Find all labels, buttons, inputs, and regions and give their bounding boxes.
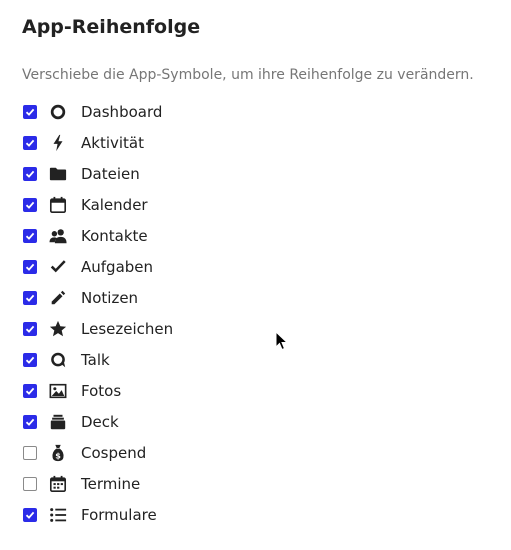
appointments-icon xyxy=(48,474,68,494)
app-checkbox[interactable] xyxy=(23,166,37,181)
pencil-icon xyxy=(48,288,68,308)
money-bag-icon: $ xyxy=(48,443,68,463)
section-title: App-Reihenfolge xyxy=(22,16,201,38)
app-item-dateien[interactable]: Dateien xyxy=(22,158,482,189)
folder-icon xyxy=(48,164,68,184)
app-label: Cospend xyxy=(81,443,147,462)
app-label: Dashboard xyxy=(81,102,163,121)
app-item-formulare[interactable]: Formulare xyxy=(22,499,482,530)
app-checkbox[interactable] xyxy=(23,414,37,429)
app-checkbox[interactable] xyxy=(23,135,37,150)
app-label: Termine xyxy=(81,474,141,493)
star-icon xyxy=(48,319,68,339)
app-label: Fotos xyxy=(81,381,122,400)
app-item-dashboard[interactable]: Dashboard xyxy=(22,96,482,127)
app-label: Deck xyxy=(81,412,119,431)
app-item-kontakte[interactable]: Kontakte xyxy=(22,220,482,251)
app-label: Aktivität xyxy=(81,133,144,152)
app-checkbox[interactable] xyxy=(23,476,37,491)
app-checkbox[interactable] xyxy=(23,197,37,212)
talk-icon xyxy=(48,350,68,370)
checkmark-icon xyxy=(48,257,68,277)
app-checkbox[interactable] xyxy=(23,228,37,243)
app-checkbox[interactable] xyxy=(23,259,37,274)
app-item-notizen[interactable]: Notizen xyxy=(22,282,482,313)
app-item-talk[interactable]: Talk xyxy=(22,344,482,375)
activity-icon xyxy=(48,133,68,153)
app-label: Aufgaben xyxy=(81,257,154,276)
image-icon xyxy=(48,381,68,401)
app-item-aufgaben[interactable]: Aufgaben xyxy=(22,251,482,282)
deck-icon xyxy=(48,412,68,432)
calendar-icon xyxy=(48,195,68,215)
app-label: Notizen xyxy=(81,288,139,307)
app-list: Dashboard Aktivität Dateien Kalender Kontakt… xyxy=(22,96,482,530)
app-label: Kontakte xyxy=(81,226,148,245)
section-hint: Verschiebe die App-Symbole, um ihre Reih… xyxy=(22,67,474,83)
app-item-fotos[interactable]: Fotos xyxy=(22,375,482,406)
app-label: Talk xyxy=(81,350,110,369)
app-item-deck[interactable]: Deck xyxy=(22,406,482,437)
mouse-cursor-icon xyxy=(275,331,289,351)
app-checkbox[interactable] xyxy=(23,383,37,398)
app-item-lesezeichen[interactable]: Lesezeichen xyxy=(22,313,482,344)
app-checkbox[interactable] xyxy=(23,445,37,460)
app-checkbox[interactable] xyxy=(23,104,37,119)
app-item-cospend[interactable]: $ Cospend xyxy=(22,437,482,468)
list-icon xyxy=(48,505,68,525)
app-label: Dateien xyxy=(81,164,140,183)
contacts-icon xyxy=(48,226,68,246)
app-item-aktivität[interactable]: Aktivität xyxy=(22,127,482,158)
app-label: Kalender xyxy=(81,195,148,214)
app-label: Formulare xyxy=(81,505,157,524)
app-checkbox[interactable] xyxy=(23,352,37,367)
app-checkbox[interactable] xyxy=(23,321,37,336)
dashboard-icon xyxy=(48,102,68,122)
app-checkbox[interactable] xyxy=(23,290,37,305)
app-label: Lesezeichen xyxy=(81,319,174,338)
app-checkbox[interactable] xyxy=(23,507,37,522)
svg-text:$: $ xyxy=(55,450,61,460)
app-item-termine[interactable]: Termine xyxy=(22,468,482,499)
app-item-kalender[interactable]: Kalender xyxy=(22,189,482,220)
